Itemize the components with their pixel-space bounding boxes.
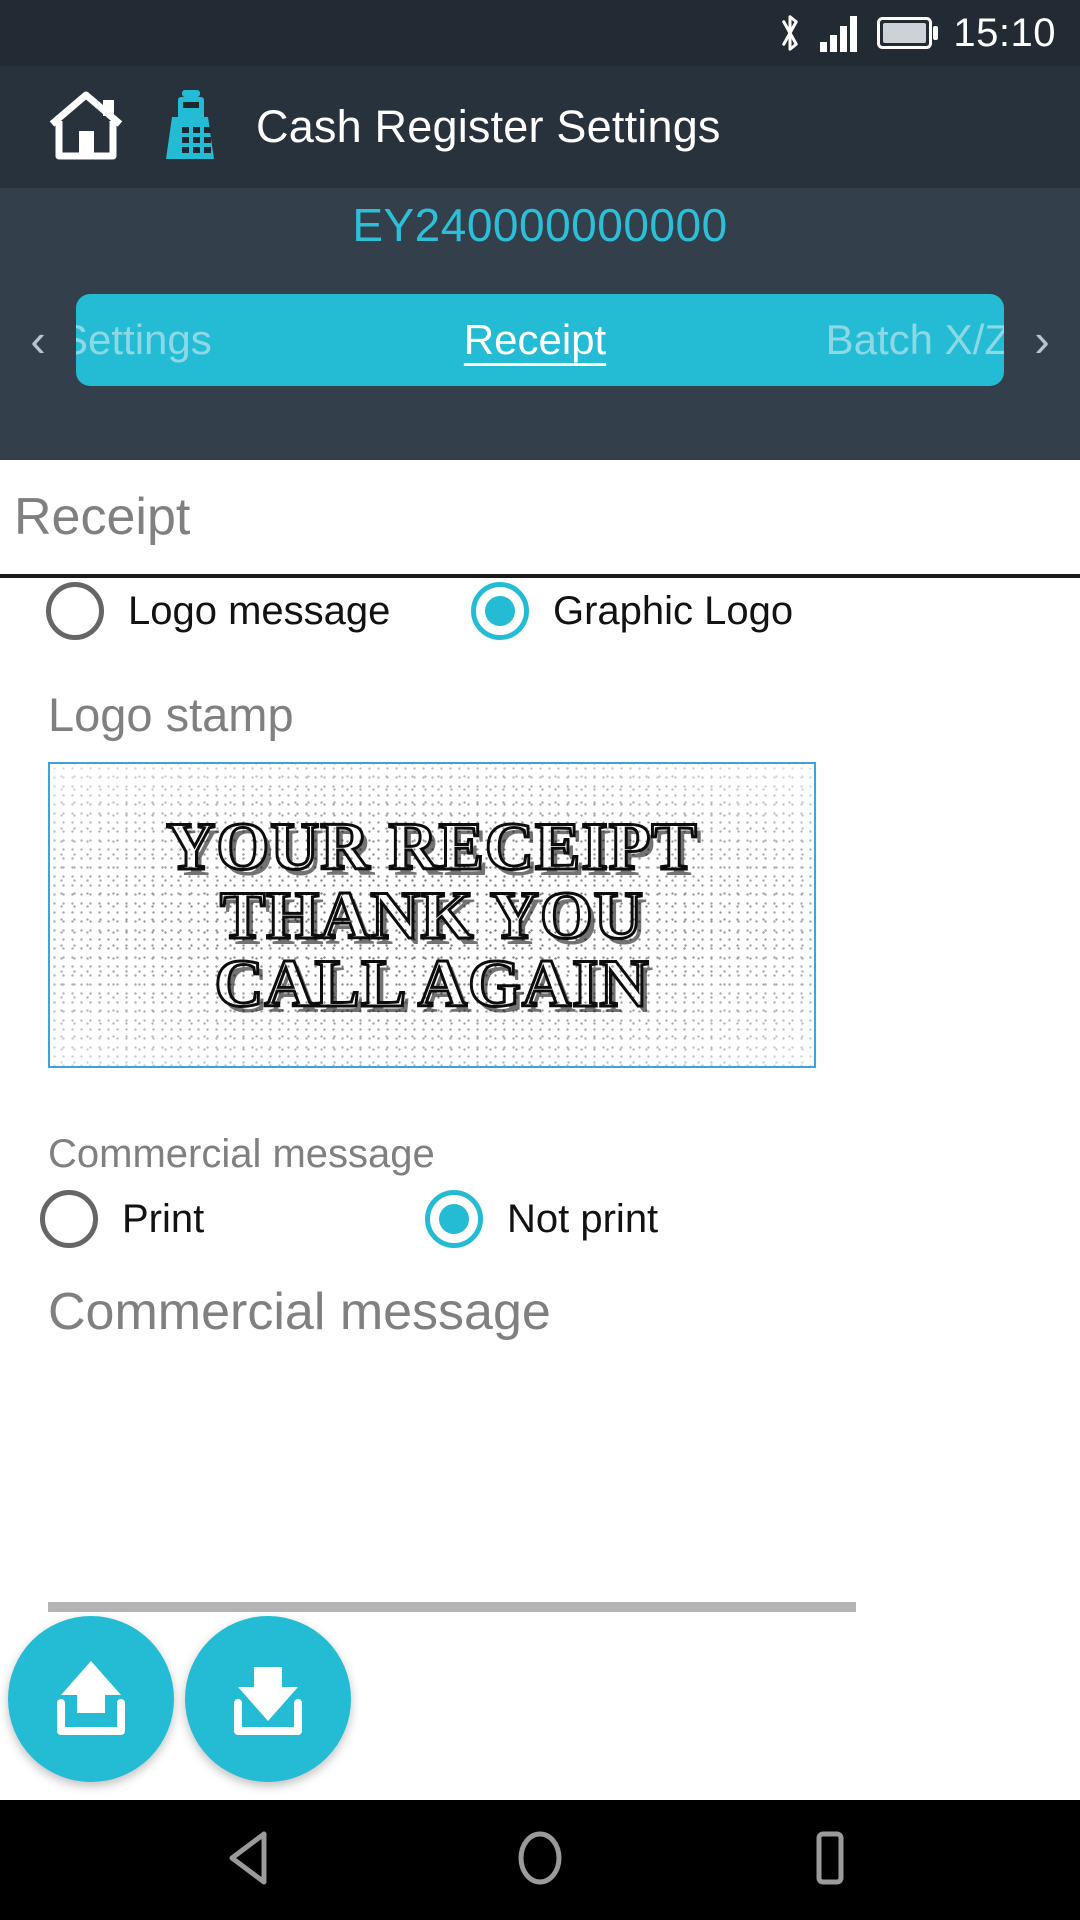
logo-stamp-label: Logo stamp	[48, 688, 294, 741]
radio-logo-message-icon[interactable]	[46, 582, 104, 640]
radio-option-print[interactable]: Print	[40, 1190, 204, 1248]
radio-label-print: Print	[122, 1196, 205, 1241]
logo-stamp-preview[interactable]: YOUR RECEIPT THANK YOU CALL AGAIN	[48, 762, 816, 1068]
commercial-message-input-placeholder[interactable]: Commercial message	[48, 1282, 551, 1342]
download-button[interactable]	[185, 1616, 351, 1782]
home-circle-icon	[512, 1828, 568, 1893]
logo-stamp-image: YOUR RECEIPT THANK YOU CALL AGAIN	[50, 764, 814, 1066]
phone-screen: 15:10 Cash Register Settings EY240000000…	[0, 0, 1080, 1920]
back-icon	[222, 1828, 278, 1893]
status-time: 15:10	[953, 11, 1056, 55]
cash-register-icon	[162, 87, 220, 168]
home-icon[interactable]	[46, 88, 126, 167]
tab-prev-arrow[interactable]: ‹	[0, 288, 76, 392]
content-area: Logo message Graphic Logo Logo stamp YOU…	[0, 582, 1080, 1800]
app-bar-title: Cash Register Settings	[256, 101, 721, 152]
tab-pill: Settings Receipt Batch X/Z	[76, 294, 1004, 386]
tab-settings[interactable]: Settings	[76, 294, 377, 386]
radio-print-icon[interactable]	[40, 1190, 98, 1248]
radio-label-not-print: Not print	[507, 1196, 659, 1241]
commercial-message-caption: Commercial message	[48, 1132, 435, 1176]
section-header: Receipt	[0, 460, 1080, 578]
logo-mode-radio-group: Logo message Graphic Logo	[46, 582, 1036, 678]
nav-back-button[interactable]	[190, 1800, 310, 1920]
commercial-message-input-underline[interactable]	[48, 1602, 856, 1612]
nav-home-button[interactable]	[480, 1800, 600, 1920]
logo-stamp-line-2: THANK YOU	[219, 876, 645, 953]
nav-recents-button[interactable]	[770, 1800, 890, 1920]
commercial-print-radio-group: Print Not print	[40, 1190, 1040, 1286]
radio-not-print-icon[interactable]	[425, 1190, 483, 1248]
tab-receipt[interactable]: Receipt	[377, 294, 694, 386]
sub-header: EY240000000000 ‹ Settings Receipt Batch …	[0, 188, 1080, 460]
logo-stamp-line-1: YOUR RECEIPT	[165, 808, 698, 885]
recents-icon	[802, 1828, 858, 1893]
radio-graphic-logo-icon[interactable]	[471, 582, 529, 640]
radio-label-graphic-logo: Graphic Logo	[553, 588, 794, 633]
logo-stamp-line-3: CALL AGAIN	[213, 945, 650, 1022]
status-bar: 15:10	[0, 0, 1080, 66]
device-id: EY240000000000	[352, 199, 728, 251]
page-title: Receipt	[14, 488, 191, 546]
android-nav-bar	[0, 1800, 1080, 1920]
upload-icon	[43, 1651, 139, 1748]
radio-option-graphic-logo[interactable]: Graphic Logo	[471, 582, 793, 640]
signal-icon	[819, 13, 863, 53]
radio-option-not-print[interactable]: Not print	[425, 1190, 658, 1248]
tab-batch-xz[interactable]: Batch X/Z	[693, 294, 1004, 386]
battery-icon	[877, 16, 939, 50]
upload-button[interactable]	[8, 1616, 174, 1782]
bluetooth-icon	[775, 11, 805, 55]
radio-option-logo-message[interactable]: Logo message	[46, 582, 390, 640]
tab-strip: ‹ Settings Receipt Batch X/Z ›	[0, 288, 1080, 392]
radio-label-logo-message: Logo message	[128, 588, 391, 633]
app-bar: Cash Register Settings	[0, 66, 1080, 188]
tab-next-arrow[interactable]: ›	[1004, 288, 1080, 392]
download-icon	[220, 1651, 316, 1748]
